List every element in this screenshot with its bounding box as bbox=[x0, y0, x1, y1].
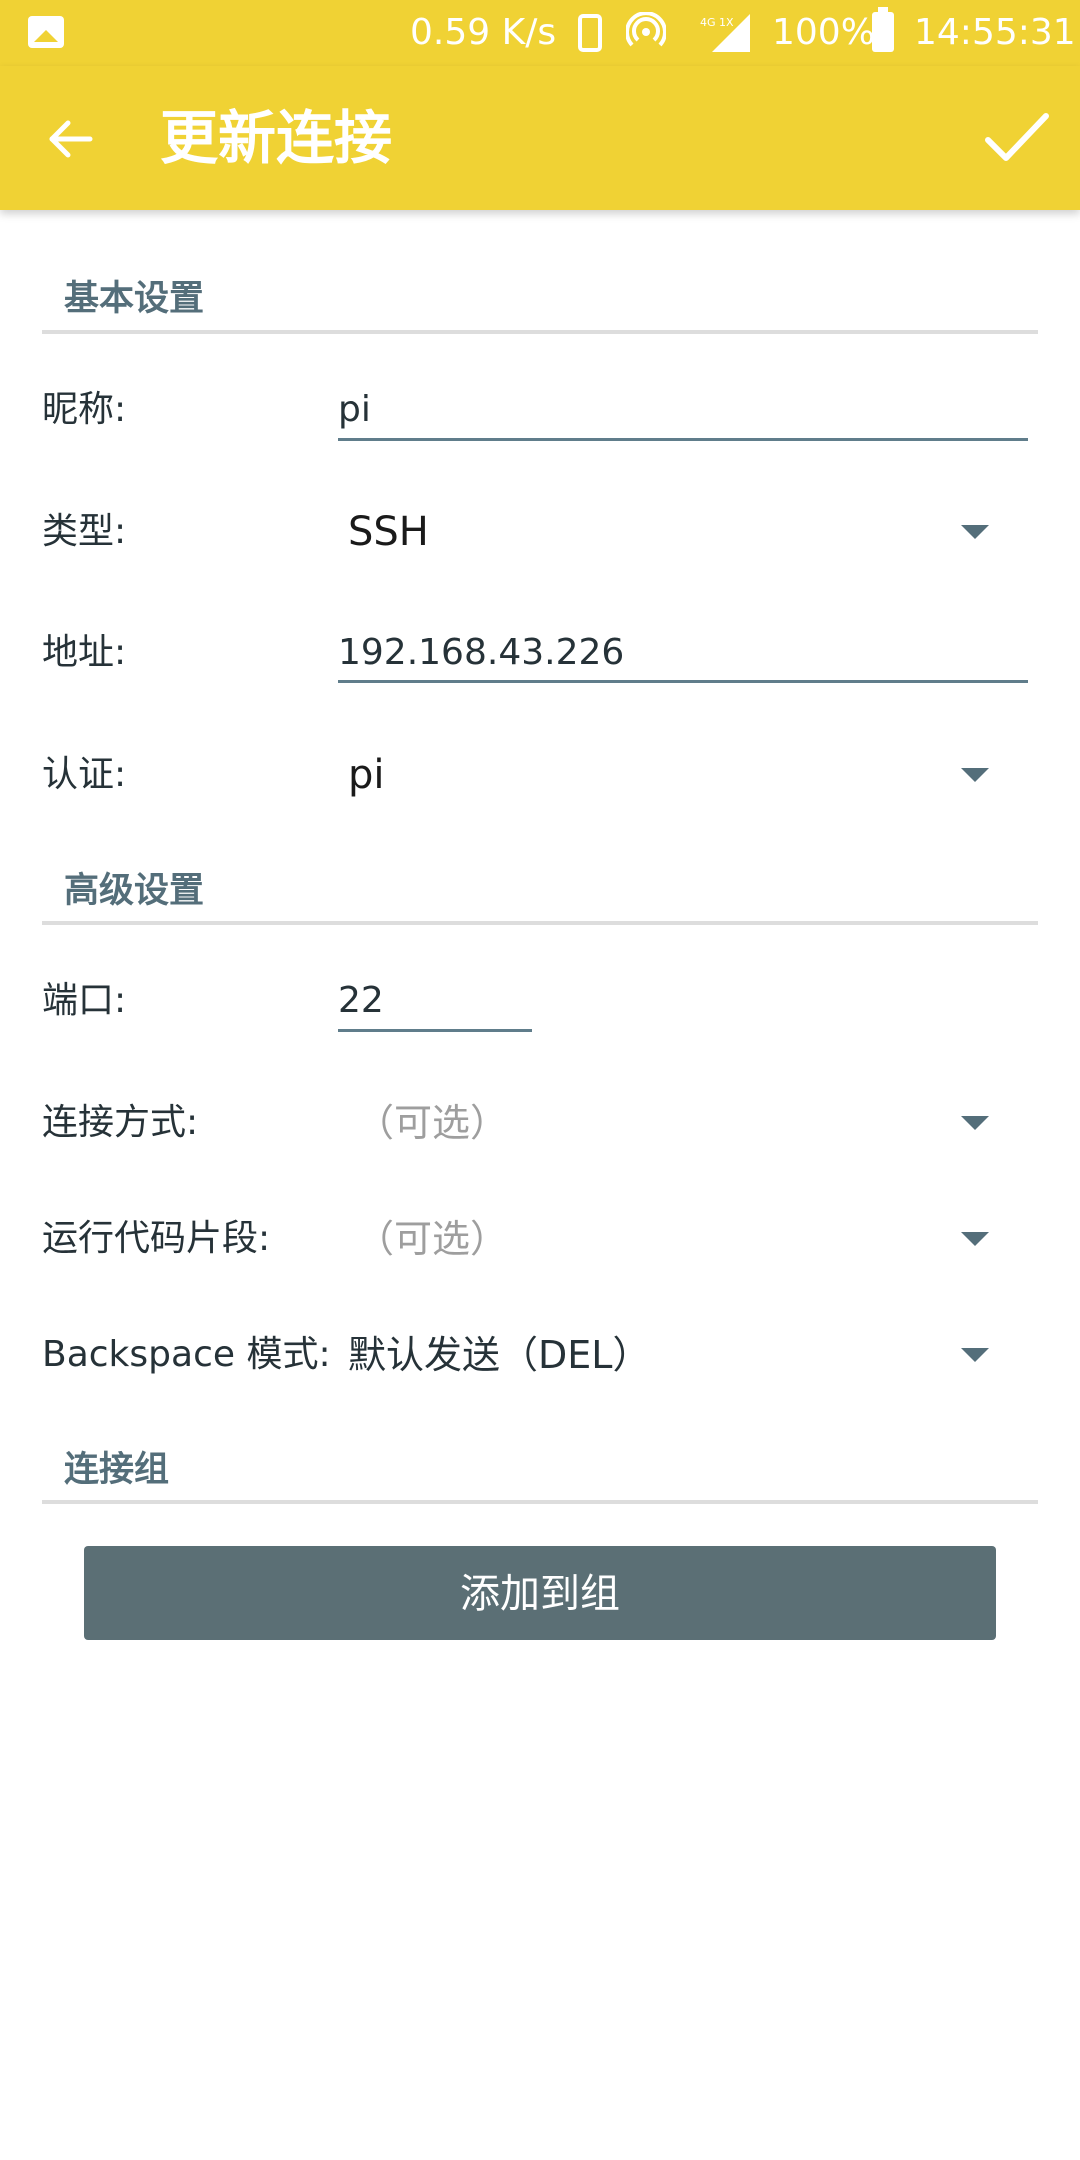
backspace-chevron-down-icon[interactable] bbox=[961, 1348, 989, 1362]
port-underline bbox=[338, 1029, 532, 1032]
auth-label: 认证: bbox=[42, 754, 127, 795]
nickname-underline bbox=[338, 438, 1028, 441]
clock: 14:55:31 bbox=[914, 12, 1076, 53]
connection-group-title: 连接组 bbox=[64, 1450, 170, 1490]
address-underline bbox=[338, 680, 1028, 683]
nickname-label: 昵称: bbox=[42, 389, 127, 430]
page-title: 更新连接 bbox=[160, 104, 393, 172]
check-icon[interactable] bbox=[982, 108, 1052, 168]
type-label: 类型: bbox=[42, 511, 127, 552]
network-speed: 0.59 K/s bbox=[410, 12, 557, 53]
connection-method-label: 连接方式: bbox=[42, 1102, 199, 1143]
status-bar: 0.59 K/s 4G 1X 100% 14:55:31 bbox=[0, 0, 1080, 66]
snippet-label: 运行代码片段: bbox=[42, 1218, 271, 1259]
port-label: 端口: bbox=[42, 980, 127, 1021]
section-divider bbox=[42, 921, 1038, 925]
type-chevron-down-icon[interactable] bbox=[961, 525, 989, 539]
snippet-select[interactable]: （可选） bbox=[356, 1214, 508, 1264]
advanced-settings-title: 高级设置 bbox=[64, 871, 205, 911]
app-bar: 更新连接 bbox=[0, 66, 1080, 210]
snippet-chevron-down-icon[interactable] bbox=[961, 1232, 989, 1246]
hotspot-icon bbox=[626, 12, 666, 47]
battery-percent: 100% bbox=[772, 12, 875, 53]
connection-method-select[interactable]: （可选） bbox=[356, 1098, 508, 1148]
add-to-group-button[interactable]: 添加到组 bbox=[84, 1546, 996, 1640]
basic-settings-title: 基本设置 bbox=[64, 279, 205, 319]
auth-select[interactable]: pi bbox=[348, 750, 385, 800]
address-input[interactable]: 192.168.43.226 bbox=[338, 628, 624, 678]
section-divider bbox=[42, 1500, 1038, 1504]
port-input[interactable]: 22 bbox=[338, 976, 384, 1026]
arrow-left-icon[interactable] bbox=[46, 114, 96, 164]
backspace-select[interactable]: 默认发送（DEL） bbox=[348, 1330, 650, 1380]
backspace-label: Backspace 模式: bbox=[42, 1334, 331, 1375]
section-divider bbox=[42, 330, 1038, 334]
signal-icon: 4G 1X bbox=[700, 14, 750, 52]
battery-icon bbox=[872, 7, 894, 52]
network-label: 4G 1X bbox=[700, 16, 734, 29]
phone-icon bbox=[578, 14, 602, 52]
gallery-icon bbox=[28, 16, 64, 48]
auth-chevron-down-icon[interactable] bbox=[961, 768, 989, 782]
address-label: 地址: bbox=[42, 632, 127, 673]
type-select[interactable]: SSH bbox=[348, 507, 429, 557]
nickname-input[interactable]: pi bbox=[338, 385, 371, 435]
connection-method-chevron-down-icon[interactable] bbox=[961, 1116, 989, 1130]
